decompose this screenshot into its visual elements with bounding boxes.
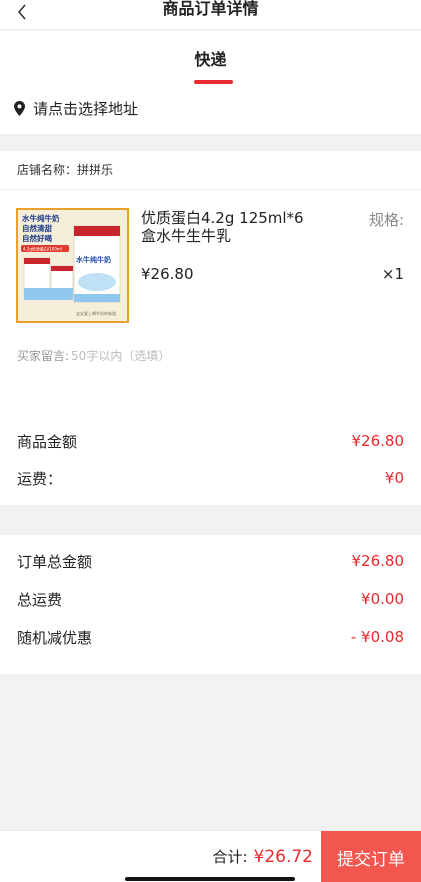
totals-card: 订单总金额 ¥26.80 总运费 ¥0.00 随机减优惠 - ¥0.08 <box>0 535 421 674</box>
svg-text:4.2g优质蛋白/100ml: 4.2g优质蛋白/100ml <box>23 246 62 252</box>
location-pin-icon <box>14 100 25 116</box>
submit-order-button[interactable]: 提交订单 <box>321 831 421 882</box>
freight-row: 运费： ¥0 <box>17 467 404 489</box>
address-placeholder: 请点击选择地址 <box>33 99 139 118</box>
product-image[interactable]: 水牛纯牛奶 自然清甜 自然好喝 4.2g优质蛋白/100ml 水牛纯牛奶 宝宝爱… <box>16 208 129 323</box>
svg-text:水牛纯牛奶: 水牛纯牛奶 <box>76 255 111 264</box>
goods-amount-row: 商品金额 ¥26.80 <box>17 430 404 452</box>
svg-text:宝宝爱上喝牛奶的味道: 宝宝爱上喝牛奶的味道 <box>76 310 116 316</box>
tab-delivery[interactable]: 快递 <box>0 46 421 70</box>
total-freight-value: ¥0.00 <box>361 590 404 608</box>
order-total-value: ¥26.80 <box>351 552 405 570</box>
product-name: 优质蛋白4.2g 125ml*6盒水牛生牛乳 <box>141 209 304 245</box>
sum-value: ¥26.72 <box>253 847 313 867</box>
delivery-card: 快递 请点击选择地址 <box>0 31 421 134</box>
shop-card: 店铺名称：拼拼乐 水牛纯牛奶 自然清甜 自然好喝 4.2g优质蛋白/100ml … <box>0 151 421 404</box>
discount-row: 随机减优惠 - ¥0.08 <box>17 626 404 648</box>
header-bar: 商品订单详情 <box>0 0 421 30</box>
remark-label: 买家留言: <box>17 349 70 363</box>
product-price: ¥26.80 <box>141 265 194 283</box>
product-quantity: ×1 <box>381 265 404 283</box>
amount-card: 商品金额 ¥26.80 运费： ¥0 <box>0 404 421 505</box>
freight-label: 运费： <box>17 469 63 488</box>
remark-input[interactable] <box>71 347 292 364</box>
shop-name-row: 店铺名称：拼拼乐 <box>17 161 113 178</box>
divider <box>0 189 421 190</box>
goods-amount-value: ¥26.80 <box>351 432 405 450</box>
discount-label: 随机减优惠 <box>17 628 93 647</box>
sum-wrap: 合计: ¥26.72 <box>212 846 313 867</box>
goods-amount-label: 商品金额 <box>17 432 78 451</box>
sum-label: 合计: <box>212 848 248 866</box>
address-selector[interactable]: 请点击选择地址 <box>14 97 138 119</box>
milk-product-picture: 水牛纯牛奶 自然清甜 自然好喝 4.2g优质蛋白/100ml 水牛纯牛奶 宝宝爱… <box>18 210 127 321</box>
page-title: 商品订单详情 <box>162 0 259 18</box>
order-total-label: 订单总金额 <box>17 552 93 571</box>
home-indicator <box>125 877 295 881</box>
total-freight-label: 总运费 <box>17 590 63 609</box>
buyer-remark-row: 买家留言: <box>17 347 292 364</box>
svg-text:水牛纯牛奶: 水牛纯牛奶 <box>22 213 60 223</box>
svg-text:自然清甜: 自然清甜 <box>22 223 52 233</box>
discount-value: - ¥0.08 <box>350 628 404 646</box>
order-total-row: 订单总金额 ¥26.80 <box>17 550 404 572</box>
checkout-bar: 合计: ¥26.72 提交订单 <box>0 830 421 882</box>
svg-text:自然好喝: 自然好喝 <box>22 233 52 243</box>
tab-active-indicator <box>194 80 233 84</box>
total-freight-row: 总运费 ¥0.00 <box>17 588 404 610</box>
shop-name-label: 店铺名称： <box>17 163 78 177</box>
freight-value: ¥0 <box>384 469 404 487</box>
spec-label: 规格: <box>368 211 404 229</box>
shop-name: 拼拼乐 <box>77 163 114 177</box>
